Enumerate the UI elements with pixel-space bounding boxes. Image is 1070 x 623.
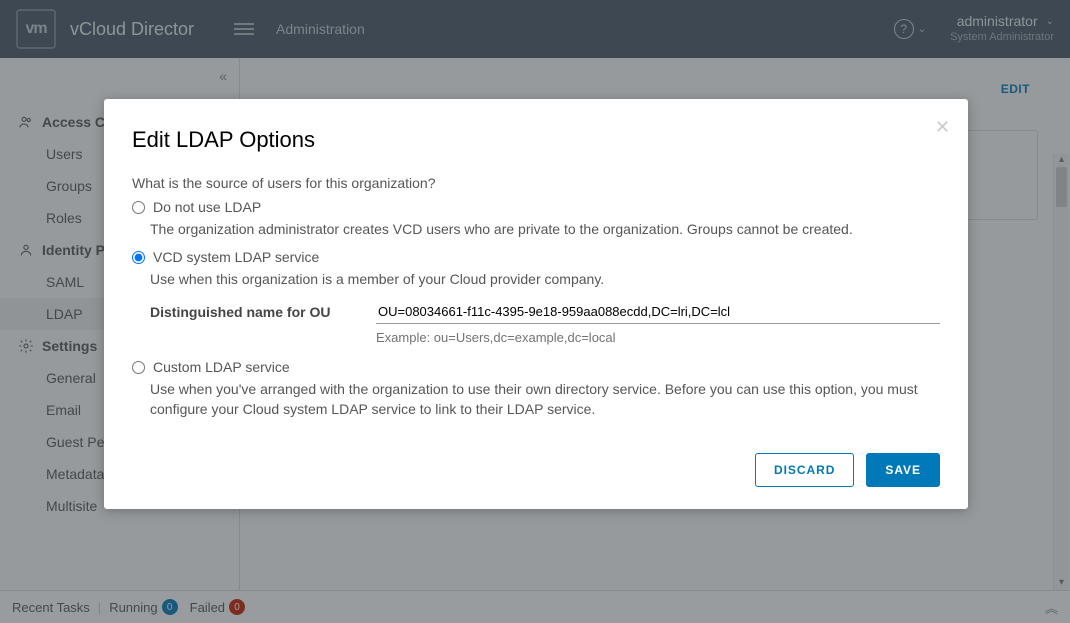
ou-field-row: Distinguished name for OU (150, 300, 940, 324)
radio-option-no-ldap[interactable]: Do not use LDAP (132, 199, 940, 215)
modal-question: What is the source of users for this org… (132, 175, 940, 191)
discard-button[interactable]: DISCARD (755, 453, 854, 487)
radio-custom-ldap[interactable] (132, 361, 145, 374)
radio-system-ldap-desc: Use when this organization is a member o… (150, 269, 940, 289)
radio-system-ldap[interactable] (132, 251, 145, 264)
save-button[interactable]: SAVE (866, 453, 940, 487)
radio-custom-ldap-desc: Use when you've arranged with the organi… (150, 379, 940, 420)
modal-actions: DISCARD SAVE (132, 453, 940, 487)
close-icon[interactable]: ✕ (935, 117, 950, 138)
ou-field-label: Distinguished name for OU (150, 304, 376, 320)
radio-no-ldap[interactable] (132, 201, 145, 214)
modal-title: Edit LDAP Options (132, 127, 940, 153)
radio-label: Do not use LDAP (153, 199, 261, 215)
radio-label: Custom LDAP service (153, 359, 290, 375)
edit-ldap-modal: Edit LDAP Options ✕ What is the source o… (104, 99, 968, 509)
radio-label: VCD system LDAP service (153, 249, 319, 265)
ou-example-text: Example: ou=Users,dc=example,dc=local (376, 330, 940, 345)
radio-no-ldap-desc: The organization administrator creates V… (150, 219, 940, 239)
radio-option-system-ldap[interactable]: VCD system LDAP service (132, 249, 940, 265)
radio-option-custom-ldap[interactable]: Custom LDAP service (132, 359, 940, 375)
ou-input[interactable] (376, 300, 940, 324)
